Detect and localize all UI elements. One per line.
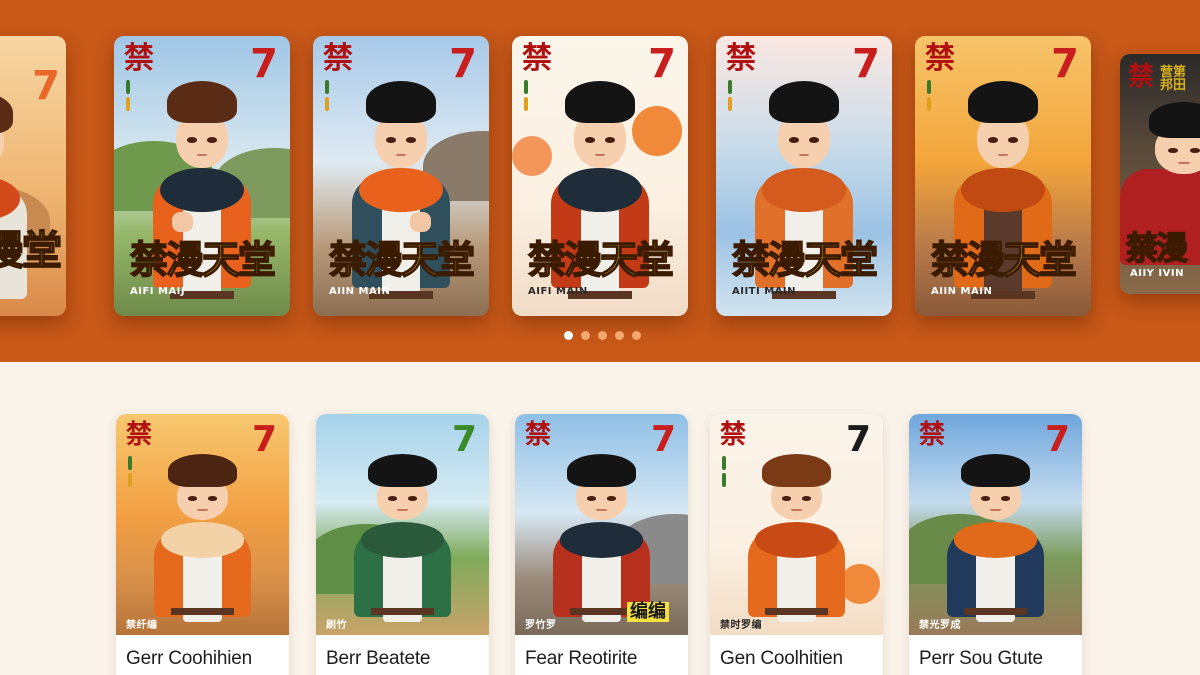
cover-kanji: 禁 [919, 420, 946, 450]
cover-kanji: 禁 [126, 420, 153, 450]
volume-number: 7 [32, 63, 60, 109]
cover-subtitle: AIIN MAIN [329, 286, 391, 297]
volume-number: 7 [650, 419, 676, 460]
volume-number: 7 [852, 41, 880, 87]
comic-title[interactable]: Fear Reotirite [525, 648, 637, 670]
cover-kanji: 禁 [323, 41, 353, 76]
volume-number: 7 [648, 41, 676, 87]
cover-title: 禁漫天堂 [129, 238, 277, 282]
comic-cover: 禁 营第 邦田 禁漫 AIIY IVIN [1120, 54, 1200, 294]
comic-title[interactable]: Gen Coolhitien [720, 648, 843, 670]
cover-kanji: 禁 [726, 41, 756, 76]
comic-title[interactable]: Gerr Coohihien [126, 648, 252, 670]
cover-title: 禁漫天堂 [930, 238, 1078, 282]
comic-cover: 禁 7 禁纤编 [116, 414, 289, 635]
volume-number: 7 [1051, 41, 1079, 87]
cover-publisher: 禁时罗编 [720, 620, 762, 631]
cover-kanji: 禁 [1128, 62, 1155, 92]
cover-publisher: 禁光罗成 [919, 620, 961, 631]
featured-card[interactable]: 禁 7 禁漫天堂 AIIN MAIN [313, 36, 489, 316]
volume-number: 7 [251, 419, 277, 460]
cover-subtitle: AIFI MAIJ [130, 286, 186, 297]
volume-number: 7 [250, 41, 278, 87]
cover-subtitle: AIIY IVIN [1130, 268, 1184, 279]
cover-kanji: 禁 [522, 41, 552, 76]
cover-kanji: 禁 [525, 420, 552, 450]
comic-cover: 7 刷竹 [316, 414, 489, 635]
comic-cover: 禁 7 禁漫天堂 AIFI MAIN [512, 36, 688, 316]
comic-card[interactable]: 7 刷竹 Berr Beatete [316, 414, 489, 675]
cover-publisher: 刷竹 [326, 620, 347, 631]
volume-number: 7 [845, 419, 871, 460]
cover-title: 禁漫 [1125, 229, 1189, 267]
carousel-dot[interactable] [581, 331, 590, 340]
comic-cover: 禁 7 禁光罗成 [909, 414, 1082, 635]
featured-card[interactable]: 禁 7 禁漫天堂 AIFI MAIJ [114, 36, 290, 316]
carousel-pagination [564, 331, 641, 340]
cover-kanji: 禁 [124, 41, 154, 76]
comic-card[interactable]: 禁 7 禁时罗编 Gen Coolhitien [710, 414, 883, 675]
featured-card[interactable]: 禁 营第 邦田 禁漫 AIIY IVIN [1120, 54, 1200, 294]
featured-carousel: 7 漫堂 禁 7 禁漫天堂 AIFI MAIJ 禁 7 禁漫天堂 AIIN MA… [0, 0, 1200, 362]
cover-title: 禁漫天堂 [731, 238, 879, 282]
comic-cover: 禁 7 禁漫天堂 AIITI MAIN [716, 36, 892, 316]
cover-publisher: 罗竹罗 [525, 620, 557, 631]
cover-title: 禁漫天堂 [328, 238, 476, 282]
featured-card[interactable]: 禁 7 禁漫天堂 AIFI MAIN [512, 36, 688, 316]
comic-card[interactable]: 禁 7 编编 罗竹罗 Fear Reotirite [515, 414, 688, 675]
carousel-dot[interactable] [615, 331, 624, 340]
comic-title[interactable]: Berr Beatete [326, 648, 430, 670]
cover-title: 漫堂 [0, 228, 63, 274]
cover-subtitle: AIIN MAIN [931, 286, 993, 297]
featured-card[interactable]: 禁 7 禁漫天堂 AIITI MAIN [716, 36, 892, 316]
carousel-dot[interactable] [598, 331, 607, 340]
comic-card[interactable]: 禁 7 禁光罗成 Perr Sou Gtute [909, 414, 1082, 675]
comic-cover: 禁 7 禁漫天堂 AIFI MAIJ [114, 36, 290, 316]
cover-kanji: 禁 [925, 41, 955, 76]
cover-corner-text: 营第 邦田 [1160, 65, 1187, 93]
cover-publisher: 禁纤编 [126, 620, 158, 631]
comic-cover: 禁 7 禁时罗编 [710, 414, 883, 635]
comic-cover: 禁 7 禁漫天堂 AIIN MAIN [313, 36, 489, 316]
cover-stamp: 编编 [627, 602, 669, 622]
carousel-dot[interactable] [564, 331, 573, 340]
comic-cover: 7 漫堂 [0, 36, 66, 316]
featured-card[interactable]: 禁 7 禁漫天堂 AIIN MAIN [915, 36, 1091, 316]
comic-cover: 禁 7 禁漫天堂 AIIN MAIN [915, 36, 1091, 316]
cover-subtitle: AIFI MAIN [528, 286, 588, 297]
comic-cover: 禁 7 编编 罗竹罗 [515, 414, 688, 635]
cover-subtitle: AIITI MAIN [732, 286, 796, 297]
cover-title: 禁漫天堂 [527, 238, 675, 282]
featured-card[interactable]: 7 漫堂 [0, 36, 66, 316]
carousel-dot[interactable] [632, 331, 641, 340]
comic-title[interactable]: Perr Sou Gtute [919, 648, 1043, 670]
volume-number: 7 [451, 419, 477, 460]
volume-number: 7 [449, 41, 477, 87]
volume-number: 7 [1044, 419, 1070, 460]
comic-card[interactable]: 禁 7 禁纤编 Gerr Coohihien [116, 414, 289, 675]
cover-kanji: 禁 [720, 420, 747, 450]
